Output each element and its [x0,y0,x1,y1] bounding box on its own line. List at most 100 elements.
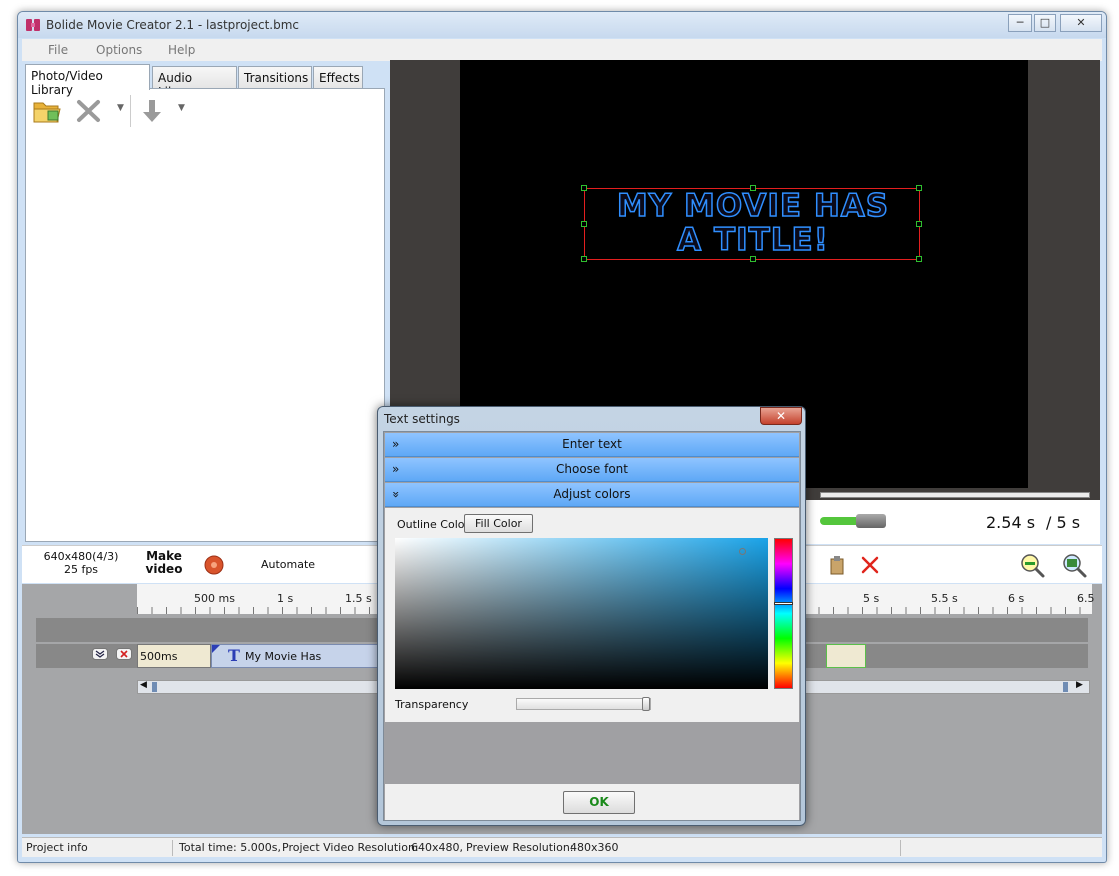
ok-button[interactable]: OK [563,791,635,814]
tick-label: 1 s [277,592,294,605]
title-line-2: A TITLE! [676,222,829,258]
scroll-left-icon[interactable]: ◀ [140,680,147,690]
window-title: Bolide Movie Creator 2.1 - lastproject.b… [46,18,300,32]
hue-slider[interactable] [774,538,793,689]
remove-track-icon[interactable] [116,648,132,660]
dialog-close-button[interactable]: ✕ [760,407,802,425]
section-choose-font[interactable]: » Choose font [385,458,799,482]
tick-label: 5.5 s [931,592,958,605]
tab-transitions[interactable]: Transitions [238,66,312,89]
status-video-res: 640x480, [411,841,463,854]
move-dropdown-chevron-icon[interactable]: ▼ [178,103,185,113]
project-fps: 25 fps [63,563,99,576]
status-divider [172,840,173,856]
transparency-label: Transparency [395,698,469,711]
clip-duration: 500ms [140,650,178,663]
title-bar[interactable]: Bolide Movie Creator 2.1 - lastproject.b… [18,12,1106,38]
zoom-out-icon[interactable] [1020,553,1046,579]
close-icon: ✕ [775,409,787,423]
adjust-colors-panel: Outline Color Fill Color Transparency [385,508,799,722]
resize-handle-br[interactable] [916,256,922,262]
dialog-title: Text settings [384,412,460,426]
fill-color-tab[interactable]: Fill Color [464,514,533,533]
volume-slider-knob[interactable] [856,514,886,528]
menu-options[interactable]: Options [96,43,142,57]
resize-handle-t[interactable] [750,185,756,191]
down-arrow-icon[interactable] [140,98,164,124]
project-info: Project info [26,841,88,854]
title-line-1: MY MOVIE HAS [616,188,890,224]
preview-seek-bar[interactable] [820,492,1090,498]
make-video-record-icon[interactable] [204,555,224,575]
status-preview-res: 480x360 [570,841,619,854]
title-selection-box[interactable]: MY MOVIE HAS A TITLE! [581,185,922,262]
collapse-track-icon[interactable] [92,648,108,660]
text-settings-dialog: Text settings ✕ » Enter text » Choose fo… [377,406,806,826]
scroll-thumb[interactable] [152,682,157,692]
text-clip-label: My Movie Has [245,650,322,663]
resize-handle-bl[interactable] [581,256,587,262]
tab-audio-library[interactable]: Audio Library [152,66,237,99]
maximize-button[interactable]: □ [1034,14,1056,32]
volume-slider[interactable] [820,517,860,525]
hue-slider-marker[interactable] [774,602,793,605]
status-video-res-label: Project Video Resolution: [282,841,419,854]
transparency-slider-thumb[interactable] [642,697,650,711]
open-folder-icon[interactable] [32,97,62,125]
tick-label: 6.5 [1077,592,1095,605]
expand-icon: » [392,437,400,451]
app-logo-icon [26,19,40,31]
text-clip-icon: T [228,646,240,665]
expand-icon: » [392,462,400,476]
section-enter-text[interactable]: » Enter text [385,433,799,457]
resize-handle-b[interactable] [750,256,756,262]
automate-button[interactable]: Automate [261,558,315,571]
delete-red-x-icon[interactable] [860,555,880,575]
tick-label: 1.5 s [345,592,372,605]
close-window-button[interactable]: ✕ [1060,14,1102,32]
library-panel: ▼ ▼ [25,88,385,542]
scroll-right-icon[interactable]: ▶ [1076,680,1083,690]
project-resolution: 640x480(4/3) [43,550,119,563]
delete-x-icon[interactable] [76,99,102,123]
close-icon: ✕ [1076,16,1086,29]
menu-bar: File Options Help [22,39,1102,61]
resize-handle-tl[interactable] [581,185,587,191]
zoom-fit-icon[interactable] [1062,553,1088,579]
preview-title-text: MY MOVIE HAS A TITLE! [585,188,921,258]
current-time: 2.54 s [986,513,1036,532]
status-total-time: Total time: 5.000s, [179,841,281,854]
resize-handle-r[interactable] [916,221,922,227]
resize-handle-l[interactable] [581,221,587,227]
menu-file[interactable]: File [48,43,68,57]
dialog-footer: OK [385,784,799,820]
clip-tail[interactable] [826,644,866,668]
section-adjust-colors[interactable]: » Adjust colors [385,483,799,507]
menu-help[interactable]: Help [168,43,195,57]
color-gradient-picker[interactable] [395,538,768,689]
tab-effects[interactable]: Effects [313,66,363,89]
paste-icon[interactable] [830,555,844,575]
color-picker-cursor[interactable] [739,548,746,555]
status-preview-res-label: Preview Resolution: [466,841,574,854]
minimize-icon: ─ [1016,16,1024,29]
collapse-icon: » [389,490,404,499]
scroll-thumb-end[interactable] [1063,682,1068,692]
status-bar: Project info Total time: 5.000s, Project… [22,837,1102,857]
library-toolbar: ▼ ▼ [26,89,384,131]
project-format[interactable]: 640x480(4/3) 25 fps [36,550,126,576]
clip-gap[interactable]: 500ms [137,644,211,668]
tab-photo-video-library[interactable]: Photo/Video Library [25,64,150,97]
delete-dropdown-chevron-icon[interactable]: ▼ [117,103,124,113]
minimize-button[interactable]: ─ [1008,14,1032,32]
total-time: / 5 s [1046,513,1081,532]
maximize-icon: □ [1039,16,1051,29]
resize-handle-tr[interactable] [916,185,922,191]
make-video-button[interactable]: Make video [138,550,190,576]
toolbar-divider [130,95,131,127]
transparency-slider[interactable] [516,697,651,711]
tick-label: 500 ms [194,592,235,605]
library-tabs: Photo/Video Library Audio Library Transi… [25,64,385,99]
tick-label: 6 s [1008,592,1025,605]
outline-color-tab[interactable]: Outline Color [397,518,469,531]
